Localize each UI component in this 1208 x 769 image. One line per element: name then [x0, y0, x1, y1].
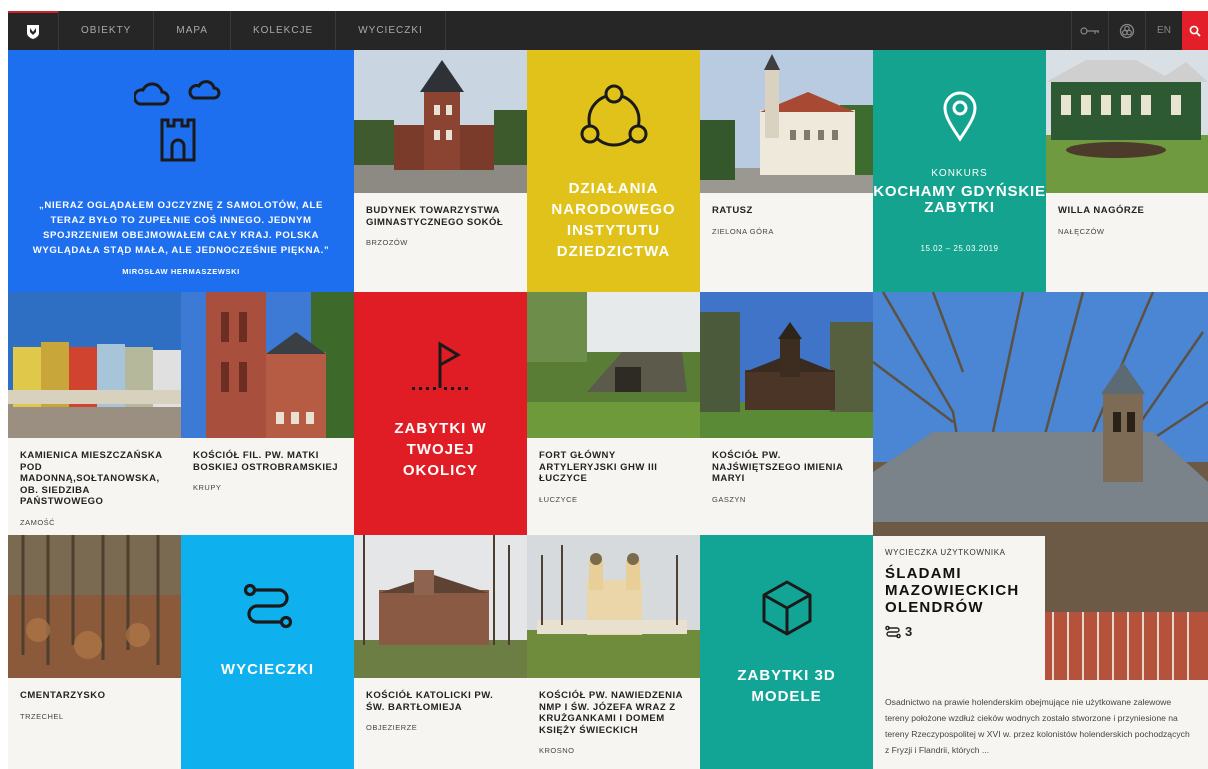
- tile-location: ZAMOŚĆ: [20, 517, 56, 527]
- photo-krupy: [181, 292, 354, 438]
- object-tile-cmentarzysko[interactable]: CMENTARZYSKO TRZECHEL: [8, 535, 181, 769]
- caption: KOŚCIÓŁ KATOLICKI PW. ŚW. BARTŁOMIEJA OB…: [354, 678, 527, 769]
- quote-author: MIROSŁAW HERMASZEWSKI: [122, 267, 240, 276]
- tile-location: KRUPY: [193, 483, 222, 492]
- tile-title: WILLA NAGÓRZE: [1058, 205, 1145, 216]
- tile-title: WYCIECZKI: [220, 661, 315, 678]
- modele-tile[interactable]: ZABYTKI 3D MODELE: [700, 535, 873, 769]
- caption: WILLA NAGÓRZE NAŁĘCZÓW: [1046, 193, 1208, 292]
- photo-cmentarzysko: [8, 535, 181, 678]
- tile-title: RATUSZ: [712, 205, 753, 216]
- photo-obiezierze: [354, 535, 527, 678]
- quote-text: „NIERAZ OGLĄDAŁEM OJCZYZNĘ Z SAMOLOTÓW, …: [32, 200, 330, 256]
- tile-location: GASZYN: [712, 494, 746, 504]
- tile-location: KROSNO: [539, 746, 575, 755]
- triquetra-icon: [1119, 23, 1135, 38]
- trip-stops: 3: [885, 624, 1033, 639]
- tile-grid: „NIERAZ OGLĄDAŁEM OJCZYZNĘ Z SAMOLOTÓW, …: [8, 50, 1208, 769]
- map-pin-icon: [943, 91, 977, 142]
- tile-title: ŚLADAMI MAZOWIECKICH OLENDRÓW: [885, 565, 1020, 616]
- quote-tile: „NIERAZ OGLĄDAŁEM OJCZYZNĘ Z SAMOLOTÓW, …: [8, 50, 354, 292]
- tile-location: TRZECHEL: [20, 711, 64, 721]
- object-tile-sokol[interactable]: BUDYNEK TOWARZYSTWA GIMNASTYCZNEGO SOKÓŁ…: [354, 50, 527, 292]
- dzialania-tile[interactable]: DZIAŁANIA NARODOWEGO INSTYTUTU DZIEDZICT…: [527, 50, 700, 292]
- okolicy-tile[interactable]: ZABYTKI W TWOJEJ OKOLICY: [354, 292, 527, 535]
- caption: KOŚCIÓŁ FIL. PW. MATKI BOSKIEJ OSTROBRAM…: [181, 438, 354, 535]
- site-logo[interactable]: [8, 11, 58, 50]
- caption: KAMIENICA MIESZCZAŃSKA POD MADONNĄ,SOŁTA…: [8, 438, 181, 535]
- tile-location: OBJEZIERZE: [366, 723, 418, 732]
- tile-title: FORT GŁÓWNY ARTYLERYJSKI GHW III ŁUCZYCE: [539, 450, 658, 484]
- tile-title: KAMIENICA MIESZCZAŃSKA POD MADONNĄ,SOŁTA…: [20, 450, 163, 507]
- top-nav: OBIEKTY MAPA KOLEKCJE WYCIECZKI EN: [8, 11, 1208, 50]
- lang-switch[interactable]: EN: [1145, 11, 1182, 50]
- tile-title: KOŚCIÓŁ KATOLICKI PW. ŚW. BARTŁOMIEJA: [366, 690, 494, 713]
- tile-title: DZIAŁANIA NARODOWEGO INSTYTUTU DZIEDZICT…: [551, 180, 676, 260]
- route-icon: [243, 583, 293, 629]
- trip-description: Osadnictwo na prawie holenderskim obejmu…: [873, 680, 1208, 769]
- tile-location: BRZOZÓW: [366, 238, 408, 247]
- object-tile-obiezierze[interactable]: KOŚCIÓŁ KATOLICKI PW. ŚW. BARTŁOMIEJA OB…: [354, 535, 527, 769]
- caption: CMENTARZYSKO TRZECHEL: [8, 678, 181, 769]
- trip-tile-sladami[interactable]: WYCIECZKA UŻYTKOWNIKA ŚLADAMI MAZOWIECKI…: [873, 292, 1208, 769]
- photo-willa: [1046, 50, 1208, 193]
- tile-location: ZIELONA GÓRA: [712, 226, 774, 236]
- photo-kamienica: [8, 292, 181, 438]
- key-button[interactable]: [1071, 11, 1108, 50]
- photo-ratusz: [700, 50, 873, 193]
- caption: FORT GŁÓWNY ARTYLERYJSKI GHW III ŁUCZYCE…: [527, 438, 700, 535]
- object-tile-gaszyn[interactable]: KOŚCIÓŁ PW. NAJŚWIĘTSZEGO IMIENIA MARYI …: [700, 292, 873, 535]
- photo-sokol: [354, 50, 527, 193]
- object-tile-willa[interactable]: WILLA NAGÓRZE NAŁĘCZÓW: [1046, 50, 1208, 292]
- tile-title: CMENTARZYSKO: [20, 690, 106, 701]
- tile-title: KOCHAMY GDYŃSKIE ZABYTKI: [873, 183, 1046, 216]
- search-button[interactable]: [1182, 11, 1208, 50]
- trip-label: WYCIECZKA UŻYTKOWNIKA: [885, 548, 1006, 557]
- object-tile-krupy[interactable]: KOŚCIÓŁ FIL. PW. MATKI BOSKIEJ OSTROBRAM…: [181, 292, 354, 535]
- shield-logo-icon: [27, 24, 39, 39]
- konkurs-label: KONKURS: [931, 168, 988, 179]
- tile-title: KOŚCIÓŁ PW. NAJŚWIĘTSZEGO IMIENIA MARYI: [712, 450, 844, 484]
- triquetra-button[interactable]: [1108, 11, 1145, 50]
- cube-icon: [762, 580, 812, 636]
- nav-item-wycieczki[interactable]: WYCIECZKI: [335, 11, 446, 50]
- caption: RATUSZ ZIELONA GÓRA: [700, 193, 873, 292]
- caption: KOŚCIÓŁ PW. NAWIEDZENIA NMP I ŚW. JÓZEFA…: [527, 678, 700, 769]
- key-icon: [1080, 26, 1099, 35]
- object-tile-fort[interactable]: FORT GŁÓWNY ARTYLERYJSKI GHW III ŁUCZYCE…: [527, 292, 700, 535]
- castle-clouds-icon: [134, 80, 221, 162]
- object-tile-kamienica[interactable]: KAMIENICA MIESZCZAŃSKA POD MADONNĄ,SOŁTA…: [8, 292, 181, 535]
- object-tile-ratusz[interactable]: RATUSZ ZIELONA GÓRA: [700, 50, 873, 292]
- tile-title: ZABYTKI W TWOJEJ OKOLICY: [394, 420, 487, 479]
- tile-location: NAŁĘCZÓW: [1058, 226, 1105, 236]
- network-circles-icon: [580, 84, 648, 147]
- trip-info-card: WYCIECZKA UŻYTKOWNIKA ŚLADAMI MAZOWIECKI…: [873, 536, 1045, 680]
- photo-gaszyn: [700, 292, 873, 438]
- photo-krosno: [527, 535, 700, 678]
- tile-title: ZABYTKI 3D MODELE: [737, 667, 836, 705]
- caption: BUDYNEK TOWARZYSTWA GIMNASTYCZNEGO SOKÓŁ…: [354, 193, 527, 292]
- route-icon: [885, 625, 901, 638]
- nav-item-kolekcje[interactable]: KOLEKCJE: [229, 11, 335, 50]
- photo-fort: [527, 292, 700, 438]
- nav-item-obiekty[interactable]: OBIEKTY: [58, 11, 153, 50]
- nav-item-mapa[interactable]: MAPA: [153, 11, 230, 50]
- flag-icon: [412, 341, 468, 390]
- konkurs-date: 15.02 – 25.03.2019: [920, 244, 999, 253]
- tile-location: ŁUCZYCE: [539, 494, 578, 504]
- search-icon: [1189, 25, 1201, 37]
- tile-title: KOŚCIÓŁ PW. NAWIEDZENIA NMP I ŚW. JÓZEFA…: [539, 690, 683, 736]
- tile-title: BUDYNEK TOWARZYSTWA GIMNASTYCZNEGO SOKÓŁ: [366, 205, 504, 228]
- caption: KOŚCIÓŁ PW. NAJŚWIĘTSZEGO IMIENIA MARYI …: [700, 438, 873, 535]
- wycieczki-tile[interactable]: WYCIECZKI: [181, 535, 354, 769]
- object-tile-krosno[interactable]: KOŚCIÓŁ PW. NAWIEDZENIA NMP I ŚW. JÓZEFA…: [527, 535, 700, 769]
- konkurs-tile[interactable]: KONKURS KOCHAMY GDYŃSKIE ZABYTKI 15.02 –…: [873, 50, 1046, 292]
- trip-count: 3: [905, 624, 913, 639]
- tile-title: KOŚCIÓŁ FIL. PW. MATKI BOSKIEJ OSTROBRAM…: [193, 450, 339, 473]
